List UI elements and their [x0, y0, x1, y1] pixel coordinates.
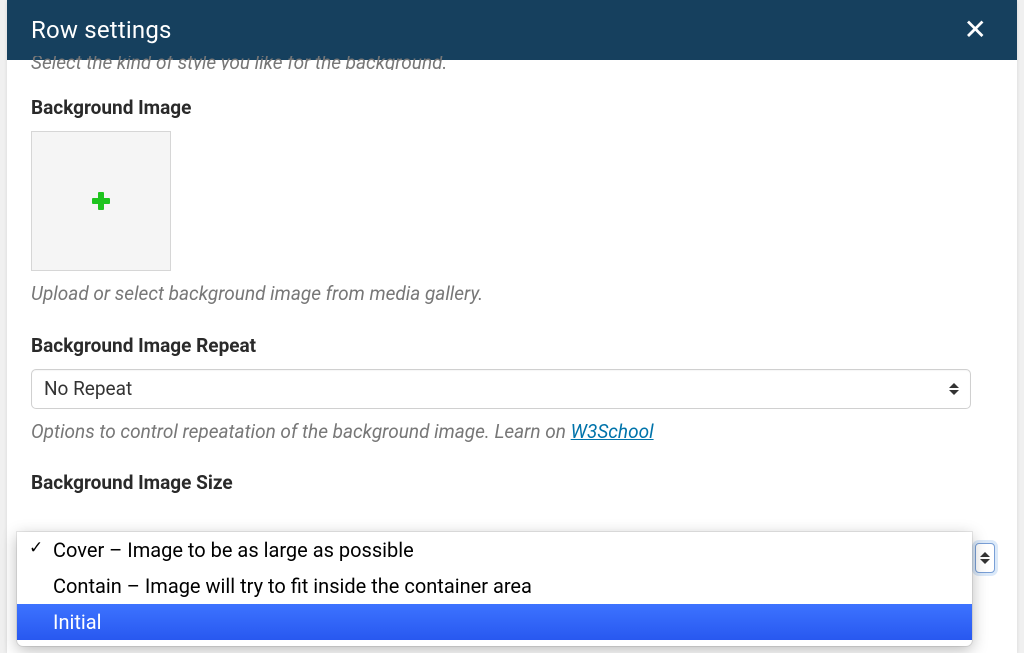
bg-repeat-label: Background Image Repeat	[31, 334, 993, 357]
bg-size-option-cover[interactable]: Cover – Image to be as large as possible	[17, 532, 972, 568]
close-button[interactable]: ✕	[958, 12, 993, 48]
bg-image-help: Upload or select background image from m…	[31, 281, 993, 308]
modal-title: Row settings	[31, 16, 172, 44]
bg-repeat-select[interactable]: No Repeat	[31, 369, 971, 409]
bg-repeat-section: Background Image Repeat No Repeat Option…	[31, 334, 993, 446]
bg-image-section: Background Image Upload or select backgr…	[31, 96, 993, 308]
bg-size-label: Background Image Size	[31, 471, 993, 494]
bg-size-option-contain[interactable]: Contain – Image will try to fit inside t…	[17, 568, 972, 604]
bg-size-option-label: Contain – Image will try to fit inside t…	[53, 574, 532, 598]
w3school-link[interactable]: W3School	[571, 420, 654, 443]
bg-size-option-label: Cover – Image to be as large as possible	[53, 538, 414, 562]
select-arrows-icon	[949, 383, 959, 395]
row-settings-modal: Row settings ✕ Select the kind of style …	[7, 0, 1017, 653]
bg-size-option-initial[interactable]: Initial	[17, 604, 972, 640]
bg-repeat-help-text: Options to control repeatation of the ba…	[31, 420, 571, 443]
style-selector-subtitle: Select the kind of style you like for th…	[31, 56, 993, 70]
bg-size-option-label: Initial	[53, 610, 102, 634]
bg-image-upload-box[interactable]	[31, 131, 171, 271]
bg-repeat-value: No Repeat	[44, 377, 132, 400]
bg-size-section: Background Image Size	[31, 471, 993, 494]
modal-header: Row settings ✕	[7, 0, 1017, 60]
bg-repeat-help: Options to control repeatation of the ba…	[31, 419, 993, 446]
modal-body: Select the kind of style you like for th…	[7, 56, 1017, 530]
bg-size-dropdown[interactable]: Cover – Image to be as large as possible…	[17, 532, 972, 646]
style-selector-subtitle-text: Select the kind of style you like for th…	[31, 56, 447, 70]
bg-size-select-arrows-icon	[975, 543, 995, 573]
close-icon: ✕	[964, 13, 987, 46]
bg-image-label: Background Image	[31, 96, 993, 119]
bg-repeat-select-wrap: No Repeat	[31, 369, 971, 409]
plus-add-icon	[92, 192, 110, 210]
